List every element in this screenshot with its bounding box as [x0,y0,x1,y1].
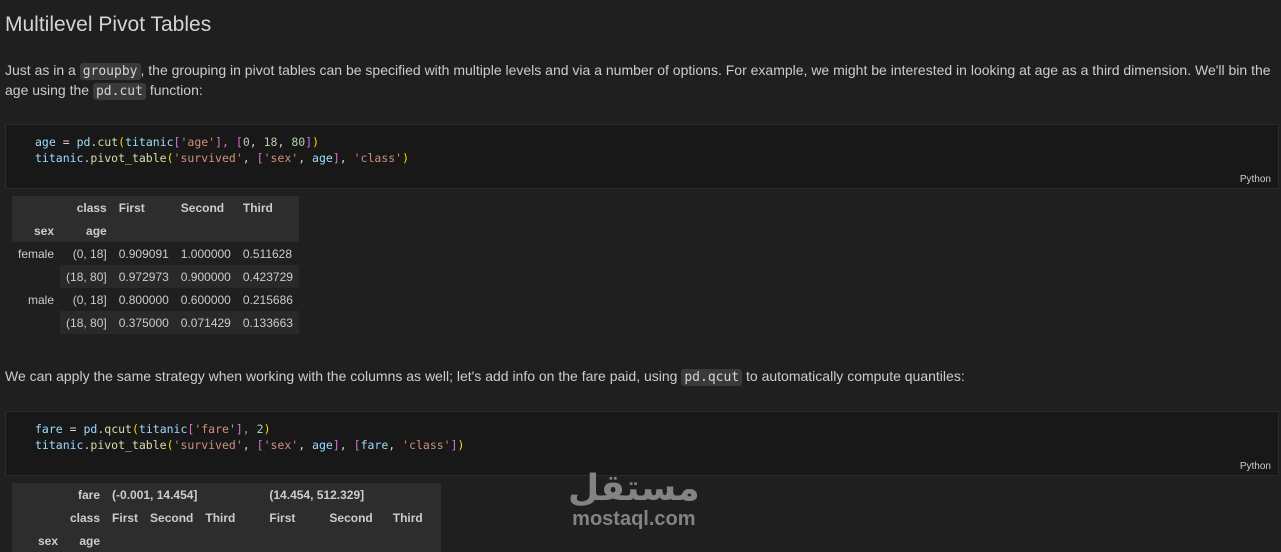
table-header-row-class: class First Second Third First Second Th… [12,506,441,529]
table-row: male (0, 18] 0.800000 0.600000 0.215686 [12,288,299,311]
table-header-row: class First Second Third [12,196,299,219]
code-editor[interactable]: fare = pd.qcut(titanic['fare'], 2) titan… [35,421,464,453]
index-names-row: sex age [12,219,299,242]
text: Just as in a [5,62,80,78]
column-header: Third [386,506,441,529]
code-line-1: fare = pd.qcut(titanic['fare'], 2) [35,422,271,436]
column-header: Second [174,196,237,219]
index-age: (0, 18] [72,246,107,261]
language-indicator[interactable]: Python [1240,174,1271,185]
table-cell: 1.000000 [180,246,231,261]
column-header: Second [323,506,387,529]
index-name: sex [12,219,61,242]
index-sex: female [18,246,55,261]
table-cell: 0.800000 [118,292,169,307]
table-cell: 0.909091 [118,246,169,261]
code-editor[interactable]: age = pd.cut(titanic['age'], [0, 18, 80]… [35,134,409,166]
table-row: (18, 80] 0.375000 0.071429 0.133663 [12,311,299,334]
index-sex [12,311,60,334]
code-line-2: titanic.pivot_table('survived', ['sex', … [35,151,410,165]
index-age: (0, 18] [72,292,107,307]
inline-code-pdqcut: pd.qcut [681,369,743,386]
code-cell-2[interactable]: fare = pd.qcut(titanic['fare'], 2) titan… [5,411,1279,476]
table-cell: 0.215686 [242,292,293,307]
text: function: [145,82,203,98]
table-cell: 0.071429 [174,311,237,334]
output-table-1: class First Second Third sex age female … [12,196,299,334]
index-name: age [60,219,113,242]
table-cell: 0.900000 [174,265,237,288]
code-line-2: titanic.pivot_table('survived', ['sex', … [35,438,465,452]
code-line-1: age = pd.cut(titanic['age'], [0, 18, 80]… [35,135,320,149]
table-cell: 0.133663 [236,311,299,334]
text: to automatically compute quantiles: [742,368,965,384]
section-heading: Multilevel Pivot Tables [5,13,212,36]
index-age: (18, 80] [60,311,113,334]
code-cell-1[interactable]: age = pd.cut(titanic['age'], [0, 18, 80]… [5,124,1279,189]
table-cell: 0.511628 [242,246,293,261]
column-header: Third [199,506,264,529]
index-name: age [64,529,107,552]
inline-code-groupby: groupby [79,63,141,80]
text: We can apply the same strategy when work… [5,368,682,384]
inline-code-pdcut: pd.cut [92,83,146,100]
index-sex [12,265,60,288]
column-level-name: class [60,196,113,219]
column-level-name: fare [64,483,107,506]
table-cell: 0.423729 [236,265,299,288]
table-row: (18, 80] 0.972973 0.900000 0.423729 [12,265,299,288]
index-name: sex [12,529,64,552]
column-header: Third [236,196,299,219]
paragraph-intro: Just as in a groupby, the grouping in pi… [5,61,1275,101]
column-level-name: class [64,506,107,529]
table-cell: 0.600000 [180,292,231,307]
column-header: First [112,196,175,219]
watermark-arabic: مستقل [568,468,700,509]
column-header: First [106,506,145,529]
table-row: female (0, 18] 0.909091 1.000000 0.51162… [12,242,299,265]
paragraph-columns: We can apply the same strategy when work… [5,367,1275,387]
column-header: Second [144,506,200,529]
column-header: First [263,506,324,529]
watermark-logo: مستقل mostaql.com [568,468,700,531]
watermark-latin: mostaql.com [572,508,696,530]
index-age: (18, 80] [60,265,113,288]
table-cell: 0.972973 [112,265,175,288]
index-sex: male [28,292,55,307]
output-table-2: fare (-0.001, 14.454] (14.454, 512.329] … [12,483,441,552]
table-cell: 0.375000 [112,311,175,334]
index-names-row: sex age [12,529,441,552]
column-header-fare-bin: (14.454, 512.329] [263,483,441,506]
table-header-row-fare: fare (-0.001, 14.454] (14.454, 512.329] [12,483,441,506]
language-indicator[interactable]: Python [1240,461,1271,472]
column-header-fare-bin: (-0.001, 14.454] [106,483,264,506]
